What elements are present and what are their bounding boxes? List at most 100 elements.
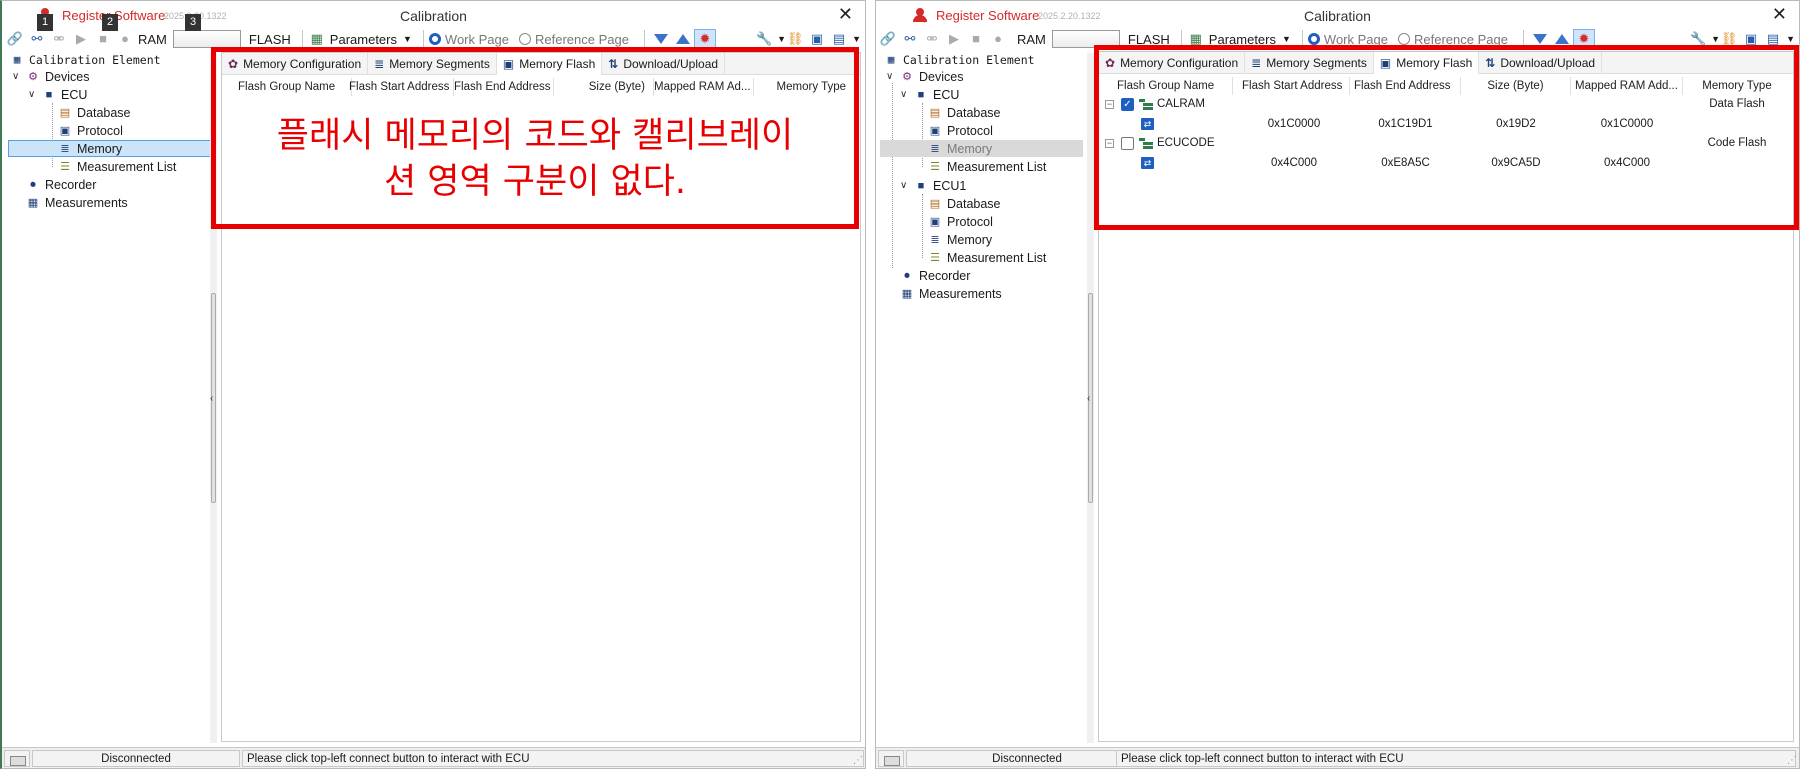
protocol-icon: ▣ bbox=[929, 124, 941, 137]
disconnect-icon[interactable]: ⚮ bbox=[50, 30, 68, 48]
collapse-left-icon[interactable]: ‹ bbox=[1087, 393, 1090, 404]
download-arrow-icon[interactable] bbox=[653, 34, 668, 44]
measurements-icon: ▦ bbox=[27, 196, 39, 209]
chevron-down-icon[interactable]: ∨ bbox=[28, 89, 40, 100]
reference-page-radio[interactable]: Reference Page bbox=[519, 32, 629, 47]
tree-root-label: Calibration Element bbox=[29, 52, 161, 67]
link-icon[interactable]: ⚯ bbox=[901, 30, 919, 48]
ram-flash-slider[interactable] bbox=[172, 30, 241, 48]
flash-label: FLASH bbox=[248, 31, 291, 47]
chevron-down-icon[interactable]: ∨ bbox=[12, 71, 24, 82]
connect-icon[interactable]: 🔗 bbox=[879, 30, 897, 48]
download-arrow-icon[interactable] bbox=[1532, 34, 1547, 44]
recorder-icon: ⏺ bbox=[904, 269, 910, 282]
step-badge-2: 2 bbox=[102, 14, 118, 31]
tree-root[interactable]: ▦ Calibration Element bbox=[10, 51, 161, 68]
upload-arrow-icon[interactable] bbox=[675, 34, 690, 44]
chain-link-icon[interactable]: ⛓ bbox=[786, 30, 804, 48]
tree-protocol-label: Protocol bbox=[947, 123, 993, 138]
tree-connector bbox=[922, 194, 923, 258]
calibration-tree: ▦ Calibration Element ∨ ⚙ Devices ∨ ■ ECU ▤ Da… bbox=[2, 51, 214, 741]
tree-recorder-label: Recorder bbox=[919, 268, 971, 283]
collapse-left-icon[interactable]: ‹ bbox=[210, 393, 213, 404]
devices-icon: ⚙ bbox=[28, 70, 38, 83]
tree-protocol-label: Protocol bbox=[77, 123, 123, 138]
tree-item-measurement-list[interactable]: ☰ Measurement List bbox=[58, 158, 176, 175]
chevron-down-icon[interactable]: ▼ bbox=[852, 34, 861, 44]
panel-splitter[interactable]: ‹ bbox=[1087, 53, 1094, 743]
tree-item-measurements[interactable]: ▦ Measurements bbox=[900, 285, 1002, 302]
tree-item-memory[interactable]: ≣ Memory bbox=[880, 140, 1083, 157]
tree-item-database[interactable]: ▤ Database bbox=[928, 104, 1001, 121]
chevron-down-icon[interactable]: ▼ bbox=[403, 34, 412, 44]
radio-unselected-icon bbox=[519, 33, 531, 45]
keyboard-cell bbox=[4, 750, 30, 767]
tree-item-recorder[interactable]: ⏺ Recorder bbox=[26, 176, 96, 193]
reference-page-label: Reference Page bbox=[535, 31, 629, 47]
stop-icon[interactable]: ■ bbox=[967, 30, 985, 48]
link-icon[interactable]: ⚯ bbox=[28, 30, 46, 48]
tree-item-memory-ecu1[interactable]: ≣ Memory bbox=[928, 231, 992, 248]
close-icon[interactable]: ✕ bbox=[838, 4, 853, 25]
record-icon[interactable]: ● bbox=[989, 30, 1007, 48]
tree-item-database[interactable]: ▤ Database bbox=[58, 104, 131, 121]
keyboard-icon bbox=[884, 756, 900, 766]
tree-item-ecu[interactable]: ∨ ■ ECU bbox=[900, 86, 959, 103]
ecu-icon: ■ bbox=[45, 88, 53, 101]
disconnect-icon[interactable]: ⚮ bbox=[923, 30, 941, 48]
ecu-icon: ■ bbox=[917, 88, 925, 101]
window-close-icon[interactable]: ▣ bbox=[808, 30, 826, 48]
upload-arrow-icon[interactable] bbox=[1554, 34, 1569, 44]
record-icon[interactable]: ● bbox=[116, 30, 134, 48]
tree-item-protocol-ecu1[interactable]: ▣ Protocol bbox=[928, 213, 993, 230]
annotation-line-1: 플래시 메모리의 코드와 캘리브레이 bbox=[276, 116, 794, 156]
work-page-label: Work Page bbox=[444, 31, 509, 47]
tree-item-recorder[interactable]: ⏺ Recorder bbox=[900, 267, 970, 284]
calibration-icon: ▦ bbox=[13, 52, 21, 66]
resize-grip-icon[interactable]: ⋰ bbox=[853, 755, 863, 766]
tree-item-measurement-list-ecu1[interactable]: ☰ Measurement List bbox=[928, 249, 1046, 266]
left-calibration-window: Register Software 2025.2.20.1322 Calibra… bbox=[0, 0, 866, 769]
calibration-tree: ▦ Calibration Element ∨ ⚙ Devices ∨ ■ ECU ▤ Da… bbox=[876, 51, 1088, 741]
close-icon[interactable]: ✕ bbox=[1772, 4, 1787, 25]
ram-label: RAM bbox=[1017, 31, 1046, 47]
measurements-icon: ▦ bbox=[901, 287, 913, 300]
tree-item-measurement-list[interactable]: ☰ Measurement List bbox=[928, 158, 1046, 175]
chevron-down-icon[interactable]: ▼ bbox=[1282, 34, 1291, 44]
tree-root[interactable]: ▦ Calibration Element bbox=[884, 51, 1035, 68]
tree-item-protocol[interactable]: ▣ Protocol bbox=[928, 122, 993, 139]
tree-item-memory[interactable]: ≣ Memory bbox=[8, 140, 212, 157]
measurement-list-icon: ☰ bbox=[930, 251, 940, 264]
tree-item-devices[interactable]: ∨ ⚙ Devices bbox=[886, 68, 963, 85]
chevron-down-icon[interactable]: ▼ bbox=[1786, 34, 1795, 44]
status-message: Please click top-left connect button to … bbox=[1116, 750, 1796, 767]
wrench-icon[interactable]: 🔧 bbox=[755, 30, 773, 48]
chevron-down-icon[interactable]: ∨ bbox=[900, 180, 912, 191]
play-icon[interactable]: ▶ bbox=[72, 30, 90, 48]
play-icon[interactable]: ▶ bbox=[945, 30, 963, 48]
tree-database-label: Database bbox=[77, 105, 131, 120]
protocol-icon: ▣ bbox=[929, 215, 941, 228]
tree-database-label: Database bbox=[947, 105, 1001, 120]
chevron-down-icon[interactable]: ∨ bbox=[900, 89, 912, 100]
parameters-dropdown[interactable]: Parameters bbox=[330, 32, 397, 47]
stop-icon[interactable]: ■ bbox=[94, 30, 112, 48]
tree-item-ecu[interactable]: ∨ ■ ECU bbox=[28, 86, 87, 103]
tree-item-ecu1[interactable]: ∨ ■ ECU1 bbox=[900, 177, 966, 194]
layout-icon[interactable]: ▤ bbox=[830, 30, 848, 48]
right-calibration-window: + Register Software 2025.2.20.1322 Calib… bbox=[875, 0, 1800, 769]
tree-connector bbox=[52, 103, 53, 167]
chevron-down-icon[interactable]: ▼ bbox=[1711, 34, 1720, 44]
tree-item-protocol[interactable]: ▣ Protocol bbox=[58, 122, 123, 139]
chevron-down-icon[interactable]: ∨ bbox=[886, 71, 898, 82]
connection-status: Disconnected bbox=[32, 750, 240, 767]
work-page-radio[interactable]: Work Page bbox=[428, 31, 509, 47]
tree-ecu-label: ECU bbox=[933, 87, 960, 102]
tree-item-devices[interactable]: ∨ ⚙ Devices bbox=[12, 68, 89, 85]
connect-icon[interactable]: 🔗 bbox=[6, 30, 24, 48]
resize-grip-icon[interactable]: ⋰ bbox=[1787, 755, 1797, 766]
tree-item-database-ecu1[interactable]: ▤ Database bbox=[928, 195, 1001, 212]
tree-item-measurements[interactable]: ▦ Measurements bbox=[26, 194, 128, 211]
chevron-down-icon[interactable]: ▼ bbox=[777, 34, 786, 44]
tree-connector bbox=[922, 103, 923, 167]
